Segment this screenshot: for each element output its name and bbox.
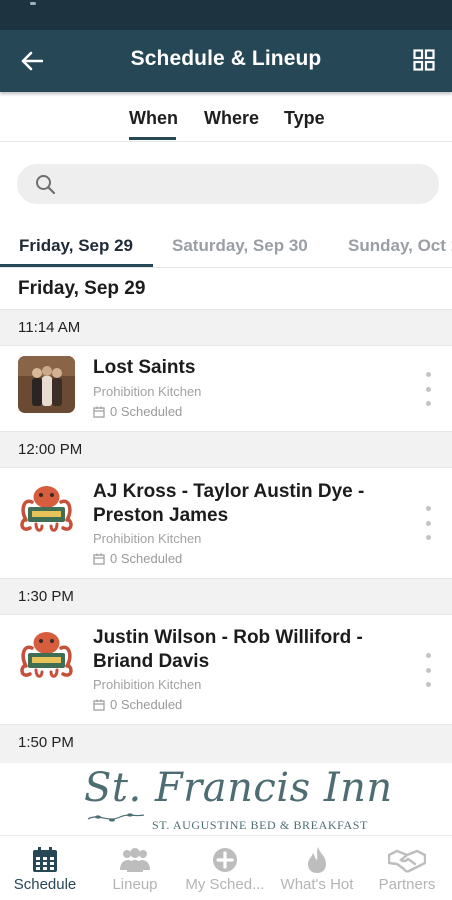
time-label: 1:50 PM bbox=[18, 734, 74, 751]
handshake-icon bbox=[388, 849, 426, 873]
event-scheduled-count: 0 Scheduled bbox=[93, 697, 182, 712]
octopus-logo-thumbnail bbox=[18, 480, 75, 537]
day-header: Friday, Sep 29 bbox=[18, 278, 146, 299]
nav-lineup[interactable]: Lineup bbox=[90, 836, 180, 900]
search-icon bbox=[36, 175, 56, 195]
scheduled-label: 0 Scheduled bbox=[110, 551, 183, 566]
status-indicator-icon bbox=[30, 2, 36, 5]
event-row[interactable]: AJ Kross - Taylor Austin Dye - Preston J… bbox=[0, 468, 452, 578]
people-icon bbox=[120, 848, 150, 872]
tab-when[interactable]: When bbox=[129, 108, 178, 129]
tab-where[interactable]: Where bbox=[204, 108, 259, 129]
vine-ornament-icon bbox=[87, 813, 145, 822]
time-slot-header: 1:30 PM bbox=[0, 578, 452, 615]
page-title: Schedule & Lineup bbox=[130, 47, 322, 70]
nav-label: Schedule bbox=[13, 876, 77, 893]
time-label: 11:14 AM bbox=[18, 319, 81, 336]
event-venue: Prohibition Kitchen bbox=[93, 384, 202, 399]
grid-view-button[interactable] bbox=[410, 46, 438, 74]
time-label: 12:00 PM bbox=[18, 441, 83, 458]
calendar-small-icon bbox=[93, 553, 105, 565]
event-venue: Prohibition Kitchen bbox=[93, 531, 202, 546]
app-bar: Schedule & Lineup bbox=[0, 30, 452, 92]
band-photo-thumbnail bbox=[18, 356, 75, 413]
event-scheduled-count: 0 Scheduled bbox=[93, 404, 182, 419]
active-tab-indicator bbox=[129, 137, 176, 140]
event-scheduled-count: 0 Scheduled bbox=[93, 551, 182, 566]
nav-label: Lineup bbox=[112, 876, 158, 893]
date-tab-sat[interactable]: Saturday, Sep 30 bbox=[172, 236, 308, 256]
bottom-nav: Schedule Lineup My Sched... What's Hot P… bbox=[0, 835, 452, 900]
nav-label: What's Hot bbox=[280, 876, 354, 893]
event-title-line-1: AJ Kross - Taylor Austin Dye - bbox=[93, 481, 365, 502]
scheduled-label: 0 Scheduled bbox=[110, 404, 183, 419]
sponsor-banner[interactable]: St. Francis Inn ST. AUGUSTINE BED & BREA… bbox=[0, 763, 452, 835]
banner-title: St. Francis Inn bbox=[84, 765, 393, 811]
search-input[interactable] bbox=[65, 164, 425, 204]
event-venue: Prohibition Kitchen bbox=[93, 677, 202, 692]
nav-label: My Sched... bbox=[185, 876, 265, 893]
event-title: Lost Saints bbox=[93, 357, 196, 378]
status-bar bbox=[0, 0, 452, 30]
calendar-small-icon bbox=[93, 699, 105, 711]
time-slot-header: 12:00 PM bbox=[0, 431, 452, 468]
event-title-line-2: Preston James bbox=[93, 505, 229, 526]
date-tabs: Friday, Sep 29 Saturday, Sep 30 Sunday, … bbox=[0, 226, 452, 268]
nav-label: Partners bbox=[378, 876, 436, 893]
calendar-icon bbox=[33, 847, 57, 872]
filter-tabs: When Where Type bbox=[0, 92, 452, 142]
event-title-line-1: Justin Wilson - Rob Williford - bbox=[93, 627, 363, 648]
nav-partners[interactable]: Partners bbox=[362, 836, 452, 900]
grid-icon bbox=[413, 49, 435, 71]
search-bar[interactable] bbox=[17, 164, 439, 204]
octopus-logo-thumbnail bbox=[18, 626, 75, 683]
event-row[interactable]: Justin Wilson - Rob Williford - Briand D… bbox=[0, 615, 452, 724]
nav-whats-hot[interactable]: What's Hot bbox=[272, 836, 362, 900]
date-tab-sun[interactable]: Sunday, Oct 1 bbox=[348, 236, 452, 256]
active-date-indicator bbox=[0, 264, 153, 267]
scheduled-label: 0 Scheduled bbox=[110, 697, 183, 712]
nav-my-schedule[interactable]: My Sched... bbox=[180, 836, 270, 900]
tab-type[interactable]: Type bbox=[284, 108, 325, 129]
plus-circle-icon bbox=[213, 848, 237, 872]
more-options-icon[interactable] bbox=[422, 653, 434, 687]
time-slot-header: 1:50 PM bbox=[0, 724, 452, 764]
nav-schedule[interactable]: Schedule bbox=[0, 836, 90, 900]
time-slot-header: 11:14 AM bbox=[0, 309, 452, 346]
more-options-icon[interactable] bbox=[422, 506, 434, 540]
more-options-icon[interactable] bbox=[422, 372, 434, 406]
banner-subtitle: ST. AUGUSTINE BED & BREAKFAST bbox=[152, 818, 368, 832]
event-row[interactable]: Lost Saints Prohibition Kitchen 0 Schedu… bbox=[0, 346, 452, 431]
flame-icon bbox=[308, 847, 326, 873]
event-title-line-2: Briand Davis bbox=[93, 651, 210, 672]
calendar-small-icon bbox=[93, 406, 105, 418]
date-tab-fri[interactable]: Friday, Sep 29 bbox=[19, 236, 133, 256]
time-label: 1:30 PM bbox=[18, 588, 74, 605]
